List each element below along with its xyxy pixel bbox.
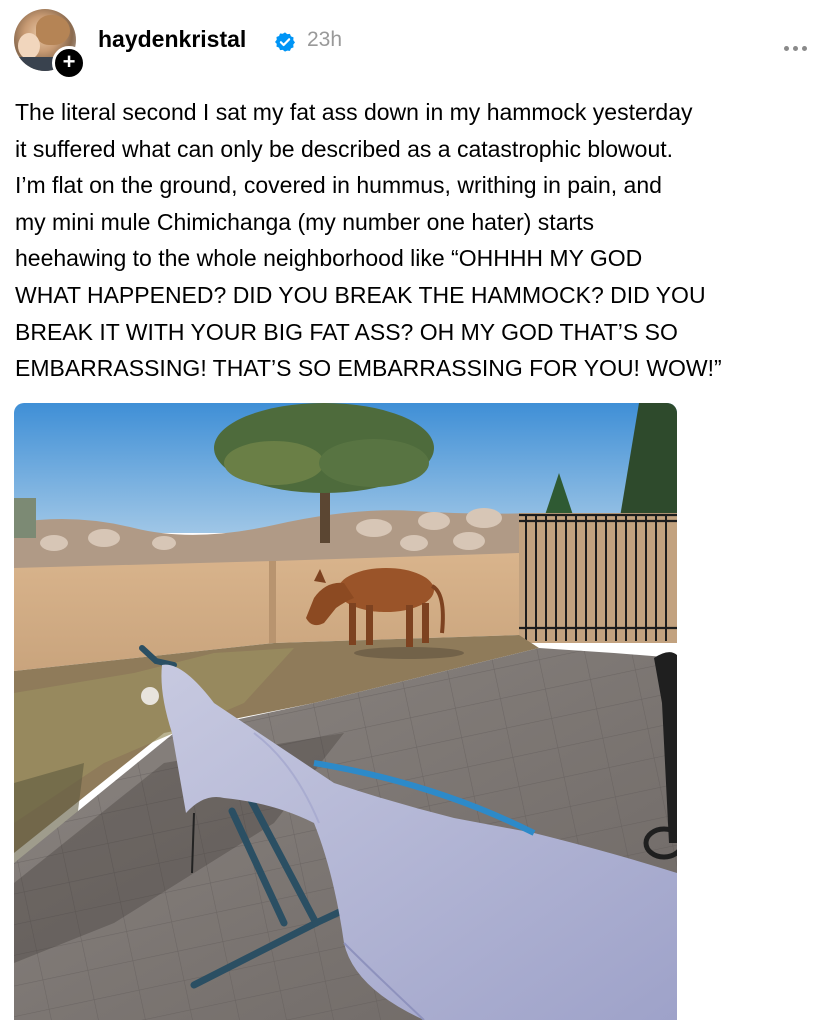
post-photo[interactable] — [14, 403, 677, 1020]
post-body-text: The literal second I sat my fat ass down… — [15, 99, 722, 382]
more-dots-icon[interactable] — [784, 38, 814, 51]
author-avatar[interactable]: + — [14, 9, 86, 80]
verified-badge-icon — [275, 32, 295, 52]
author-username[interactable]: haydenkristal — [98, 26, 246, 53]
hammock-photo — [14, 403, 677, 1020]
post-timestamp[interactable]: 23h — [307, 28, 342, 52]
follow-plus-icon[interactable]: + — [52, 46, 86, 80]
